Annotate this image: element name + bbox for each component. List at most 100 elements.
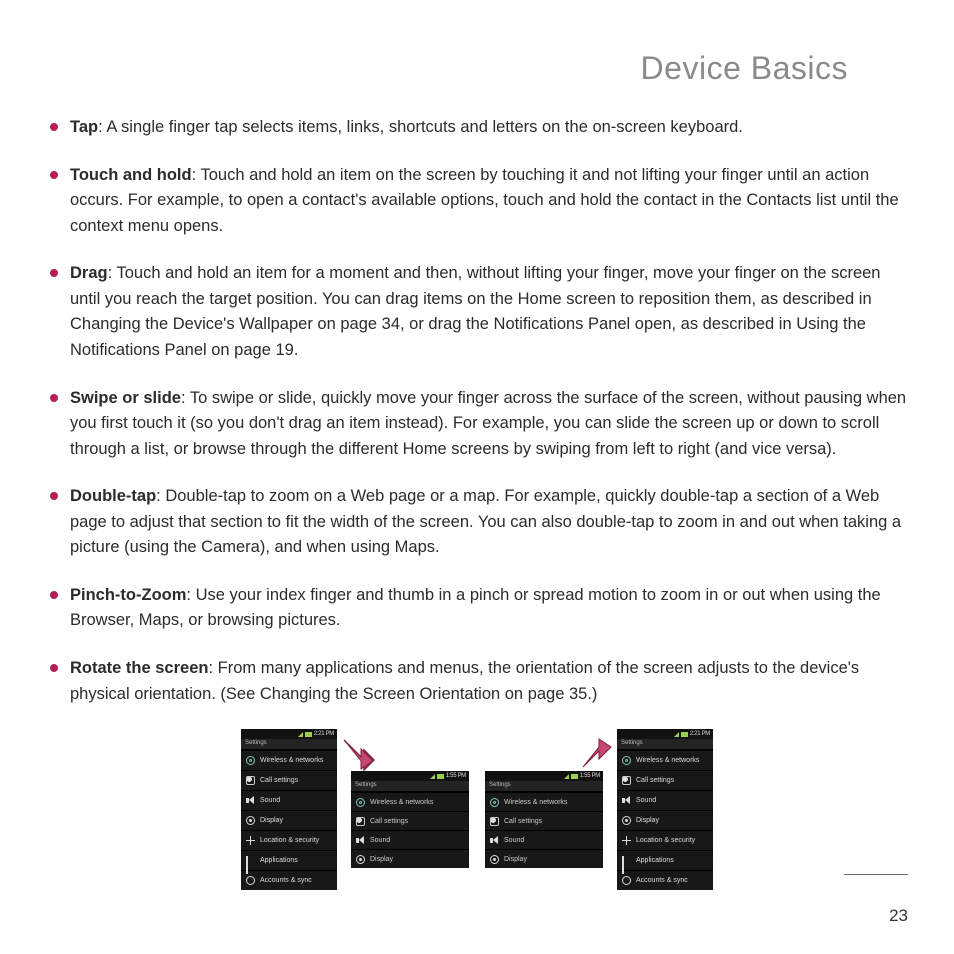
menu-label: Call settings: [260, 777, 298, 784]
call-icon: [356, 817, 365, 826]
menu-label: Display: [504, 856, 527, 863]
menu-label: Accounts & sync: [260, 877, 312, 884]
menu-list: Wireless & networks Call settings Sound Dis…: [485, 792, 603, 868]
menu-row: Location & security: [617, 830, 713, 850]
rotation-figures: 2:21 PM Settings Wireless & networks Call…: [46, 729, 908, 890]
screen-header: Settings: [351, 781, 469, 792]
gesture-text: : Double-tap to zoom on a Web page or a …: [70, 487, 901, 556]
display-icon: [246, 816, 255, 825]
phone-portrait: 2:21 PM Settings Wireless & networks Call…: [617, 729, 713, 890]
menu-label: Wireless & networks: [636, 757, 699, 764]
gesture-text: : To swipe or slide, quickly move your f…: [70, 389, 906, 458]
menu-row: Wireless & networks: [351, 792, 469, 811]
page-number: 23: [889, 906, 908, 926]
gesture-text: : A single finger tap selects items, lin…: [98, 118, 743, 136]
signal-icon: [298, 732, 303, 737]
clock-text: 1:55 PM: [446, 773, 466, 779]
gesture-text: : Touch and hold an item for a moment an…: [70, 264, 880, 359]
gesture-item: Tap: A single finger tap selects items, …: [46, 115, 908, 141]
phone-landscape: 1:55 PM Settings Wireless & networksCall…: [485, 771, 603, 868]
gesture-item: Rotate the screen: From many application…: [46, 656, 908, 707]
menu-label: Accounts & sync: [636, 877, 688, 884]
menu-label: Call settings: [504, 818, 542, 825]
signal-icon: [564, 774, 569, 779]
wifi-icon: [490, 798, 499, 807]
menu-label: Location & security: [260, 837, 319, 844]
battery-icon: [681, 732, 688, 737]
gesture-term: Tap: [70, 118, 98, 136]
menu-row: Applications: [617, 850, 713, 870]
gesture-item: Double-tap: Double-tap to zoom on a Web …: [46, 484, 908, 561]
menu-label: Applications: [636, 857, 674, 864]
screen-header: Settings: [617, 739, 713, 750]
gesture-term: Double-tap: [70, 487, 156, 505]
menu-label: Call settings: [636, 777, 674, 784]
wifi-icon: [622, 756, 631, 765]
gesture-text: : Use your index finger and thumb in a p…: [70, 586, 881, 630]
menu-row: Display: [485, 849, 603, 868]
menu-list: Wireless & networks Call settings Sound Dis…: [351, 792, 469, 868]
menu-label: Wireless & networks: [504, 799, 567, 806]
clock-text: 2:21 PM: [690, 731, 710, 737]
sound-icon: [622, 796, 631, 805]
status-bar: 2:21 PM: [241, 729, 337, 739]
page: Device Basics Tap: A single finger tap s…: [0, 0, 954, 954]
acct-icon: [622, 876, 631, 885]
menu-row: Call settings: [617, 770, 713, 790]
gesture-term: Drag: [70, 264, 108, 282]
menu-row: Sound: [617, 790, 713, 810]
gesture-item: Touch and hold: Touch and hold an item o…: [46, 163, 908, 240]
battery-icon: [305, 732, 312, 737]
menu-label: Sound: [370, 837, 390, 844]
gesture-term: Touch and hold: [70, 166, 192, 184]
screen-header: Settings: [241, 739, 337, 750]
display-icon: [356, 855, 365, 864]
signal-icon: [674, 732, 679, 737]
gesture-term: Rotate the screen: [70, 659, 208, 677]
gesture-list: Tap: A single finger tap selects items, …: [46, 115, 908, 707]
content: Tap: A single finger tap selects items, …: [46, 115, 908, 707]
menu-row: Wireless & networks: [485, 792, 603, 811]
gesture-term: Pinch-to-Zoom: [70, 586, 186, 604]
menu-row: Sound: [485, 830, 603, 849]
status-bar: 2:21 PM: [617, 729, 713, 739]
screen-header: Settings: [485, 781, 603, 792]
menu-row: Call settings: [485, 811, 603, 830]
menu-row: Display: [241, 810, 337, 830]
menu-label: Call settings: [370, 818, 408, 825]
gesture-item: Pinch-to-Zoom: Use your index finger and…: [46, 583, 908, 634]
acct-icon: [246, 876, 255, 885]
call-icon: [246, 776, 255, 785]
menu-label: Wireless & networks: [370, 799, 433, 806]
menu-row: Accounts & sync: [617, 870, 713, 890]
loc-icon: [246, 836, 255, 845]
display-icon: [490, 855, 499, 864]
display-icon: [622, 816, 631, 825]
menu-row: Display: [351, 849, 469, 868]
menu-list: Wireless & networks Call settings SoundDis…: [241, 750, 337, 890]
menu-row: Call settings: [351, 811, 469, 830]
menu-row: Applications: [241, 850, 337, 870]
sound-icon: [356, 836, 365, 845]
menu-row: Sound: [351, 830, 469, 849]
figure-rotate-to-landscape: 2:21 PM Settings Wireless & networks Call…: [241, 729, 469, 890]
menu-label: Sound: [636, 797, 656, 804]
figure-rotate-to-portrait: 1:55 PM Settings Wireless & networksCall…: [485, 729, 713, 890]
call-icon: [622, 776, 631, 785]
menu-row: Wireless & networks: [241, 750, 337, 770]
sound-icon: [490, 836, 499, 845]
sound-icon: [246, 796, 255, 805]
menu-label: Display: [636, 817, 659, 824]
menu-row: Sound: [241, 790, 337, 810]
loc-icon: [622, 836, 631, 845]
menu-label: Wireless & networks: [260, 757, 323, 764]
signal-icon: [430, 774, 435, 779]
phone-portrait: 2:21 PM Settings Wireless & networks Call…: [241, 729, 337, 890]
menu-label: Applications: [260, 857, 298, 864]
gesture-term: Swipe or slide: [70, 389, 181, 407]
clock-text: 2:21 PM: [314, 731, 334, 737]
menu-row: Wireless & networks: [617, 750, 713, 770]
menu-label: Display: [370, 856, 393, 863]
menu-label: Sound: [504, 837, 524, 844]
apps-icon: [246, 856, 255, 865]
